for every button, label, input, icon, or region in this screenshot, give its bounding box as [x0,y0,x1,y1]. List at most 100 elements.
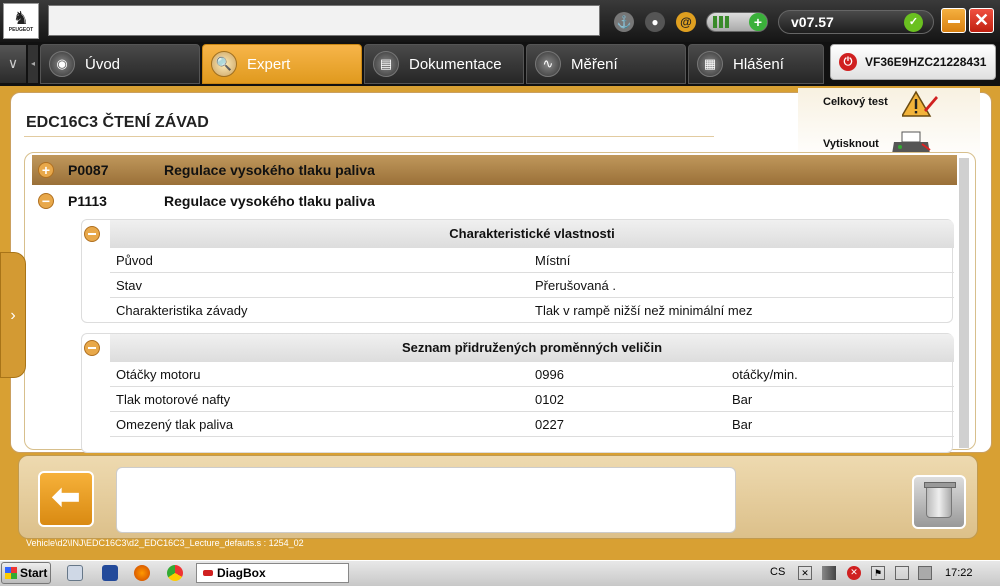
anchor-icon[interactable]: ⚓ [614,12,634,32]
global-test-button[interactable]: Celkový test [823,96,888,108]
tab-hlaseni[interactable]: ▦ Hlášení [688,44,824,84]
firefox-icon[interactable] [134,565,150,581]
tab-label: Úvod [85,55,121,73]
tab-label: Expert [247,55,291,73]
minimize-icon [948,20,960,23]
network-off-icon[interactable]: ✕ [798,566,812,580]
battery-indicator[interactable]: + [706,12,768,32]
row-name: Otáčky motoru [116,367,201,382]
windows-icon [5,567,17,579]
fault-row[interactable]: − P1113 Regulace vysokého tlaku paliva [32,186,957,216]
characteristics-section: Charakteristické vlastnosti Původ Místní… [81,219,954,323]
table-row: Původ Místní [110,248,954,273]
lion-icon: ♞ [12,8,30,28]
collapse-icon[interactable]: − [38,193,54,209]
side-panel-toggle[interactable]: › [0,252,26,378]
flag-icon[interactable]: ⚑ [871,566,885,580]
language-indicator[interactable]: CS [770,566,785,578]
back-button[interactable]: ⬅ [38,471,94,527]
logo-text: PEUGEOT [8,27,34,33]
print-button[interactable]: Vytisknout [823,138,879,150]
minimize-button[interactable] [941,8,966,33]
fault-row[interactable]: + P0087 Regulace vysokého tlaku paliva [32,155,957,185]
row-value: Tlak v rampě nižší než minimální mez [535,303,753,318]
chrome-icon[interactable] [167,565,183,581]
arrow-left-icon: ⬅ [51,478,81,516]
row-value: 0227 [535,417,564,432]
collapse-icon[interactable] [84,340,100,356]
battery-bar [713,16,717,28]
fault-description: Regulace vysokého tlaku paliva [164,162,375,178]
row-value: Přerušovaná . [535,278,616,293]
collapse-icon[interactable] [84,226,100,242]
table-row: Stav Přerušovaná . [110,273,954,298]
clock[interactable]: 17:22 [945,567,973,579]
expand-icon[interactable]: + [38,162,54,178]
vin-box[interactable]: ⏻ VF36E9HZC21228431 [830,44,996,80]
script-path: Vehicle\d2\INJ\EDC16C3\d2_EDC16C3_Lectur… [26,538,304,548]
close-button[interactable]: ✕ [969,8,994,33]
table-row: Tlak motorové nafty 0102 Bar [110,387,954,412]
save-icon[interactable] [102,565,118,581]
fault-description: Regulace vysokého tlaku paliva [164,193,375,209]
desktop-icon[interactable] [67,565,83,581]
row-unit: Bar [732,392,753,407]
battery-bar [719,16,723,28]
volume-icon[interactable] [918,566,932,580]
section-header: Charakteristické vlastnosti [110,220,954,248]
email-icon[interactable]: @ [676,12,696,32]
row-value: 0102 [535,392,564,407]
book-icon: ▤ [373,51,399,77]
variables-section: Seznam přidružených proměnných veličin O… [81,333,954,453]
address-field[interactable] [48,5,600,36]
waveform-icon: ∿ [535,51,561,77]
title-divider [24,136,714,137]
vin-label: VF36E9HZC21228431 [865,55,987,69]
tab-dokumentace[interactable]: ▤ Dokumentace [364,44,524,84]
update-icon[interactable]: ✓ [904,13,923,32]
tab-label: Hlášení [733,55,784,73]
home-icon: ◉ [49,51,75,77]
magnifier-icon: 🔍 [211,51,237,77]
table-row: Otáčky motoru 0996 otáčky/min. [110,362,954,387]
antivirus-icon[interactable]: ✕ [847,566,861,580]
row-name: Tlak motorové nafty [116,392,231,407]
peugeot-logo: ♞ PEUGEOT [3,3,39,39]
row-value: Místní [535,253,571,268]
table-row: Omezený tlak paliva 0227 Bar [110,412,954,437]
trash-icon [924,482,956,518]
chevron-down-icon[interactable]: ∨ [0,45,26,83]
row-name: Omezený tlak paliva [116,417,234,432]
app-label: DiagBox [217,566,266,580]
message-box [116,467,736,533]
tab-uvod[interactable]: ◉ Úvod [40,44,200,84]
tab-label: Měření [571,55,618,73]
app-icon [203,570,213,576]
warning-icon[interactable] [902,90,938,118]
power-icon: ⏻ [839,53,857,71]
row-unit: Bar [732,417,753,432]
signal-icon[interactable] [822,566,836,580]
tab-mereni[interactable]: ∿ Měření [526,44,686,84]
vci-icon[interactable]: ● [645,12,665,32]
version-label: v07.57 [791,14,834,30]
tab-expert[interactable]: 🔍 Expert [202,44,362,84]
start-button[interactable]: Start [1,562,51,584]
row-name: Stav [116,278,143,293]
page-title: EDC16C3 ČTENÍ ZÁVAD [26,114,209,131]
battery-icon[interactable] [895,566,909,580]
start-label: Start [20,566,48,580]
taskbar-app-diagbox[interactable]: DiagBox [196,563,349,583]
tab-label: Dokumentace [409,55,502,73]
row-unit: otáčky/min. [732,367,798,382]
row-name: Původ [116,253,153,268]
table-row: Charakteristika závady Tlak v rampě nižš… [110,298,954,323]
section-header: Seznam přidružených proměnných veličin [110,334,954,362]
delete-faults-button[interactable] [912,475,966,529]
fault-code: P1113 [68,193,107,209]
battery-bar [725,16,729,28]
version-box: v07.57 ✓ [778,10,934,34]
tab-scroll-left[interactable]: ◂ [28,45,38,83]
row-name: Charakteristika závady [116,303,248,318]
scrollbar[interactable] [959,158,969,448]
